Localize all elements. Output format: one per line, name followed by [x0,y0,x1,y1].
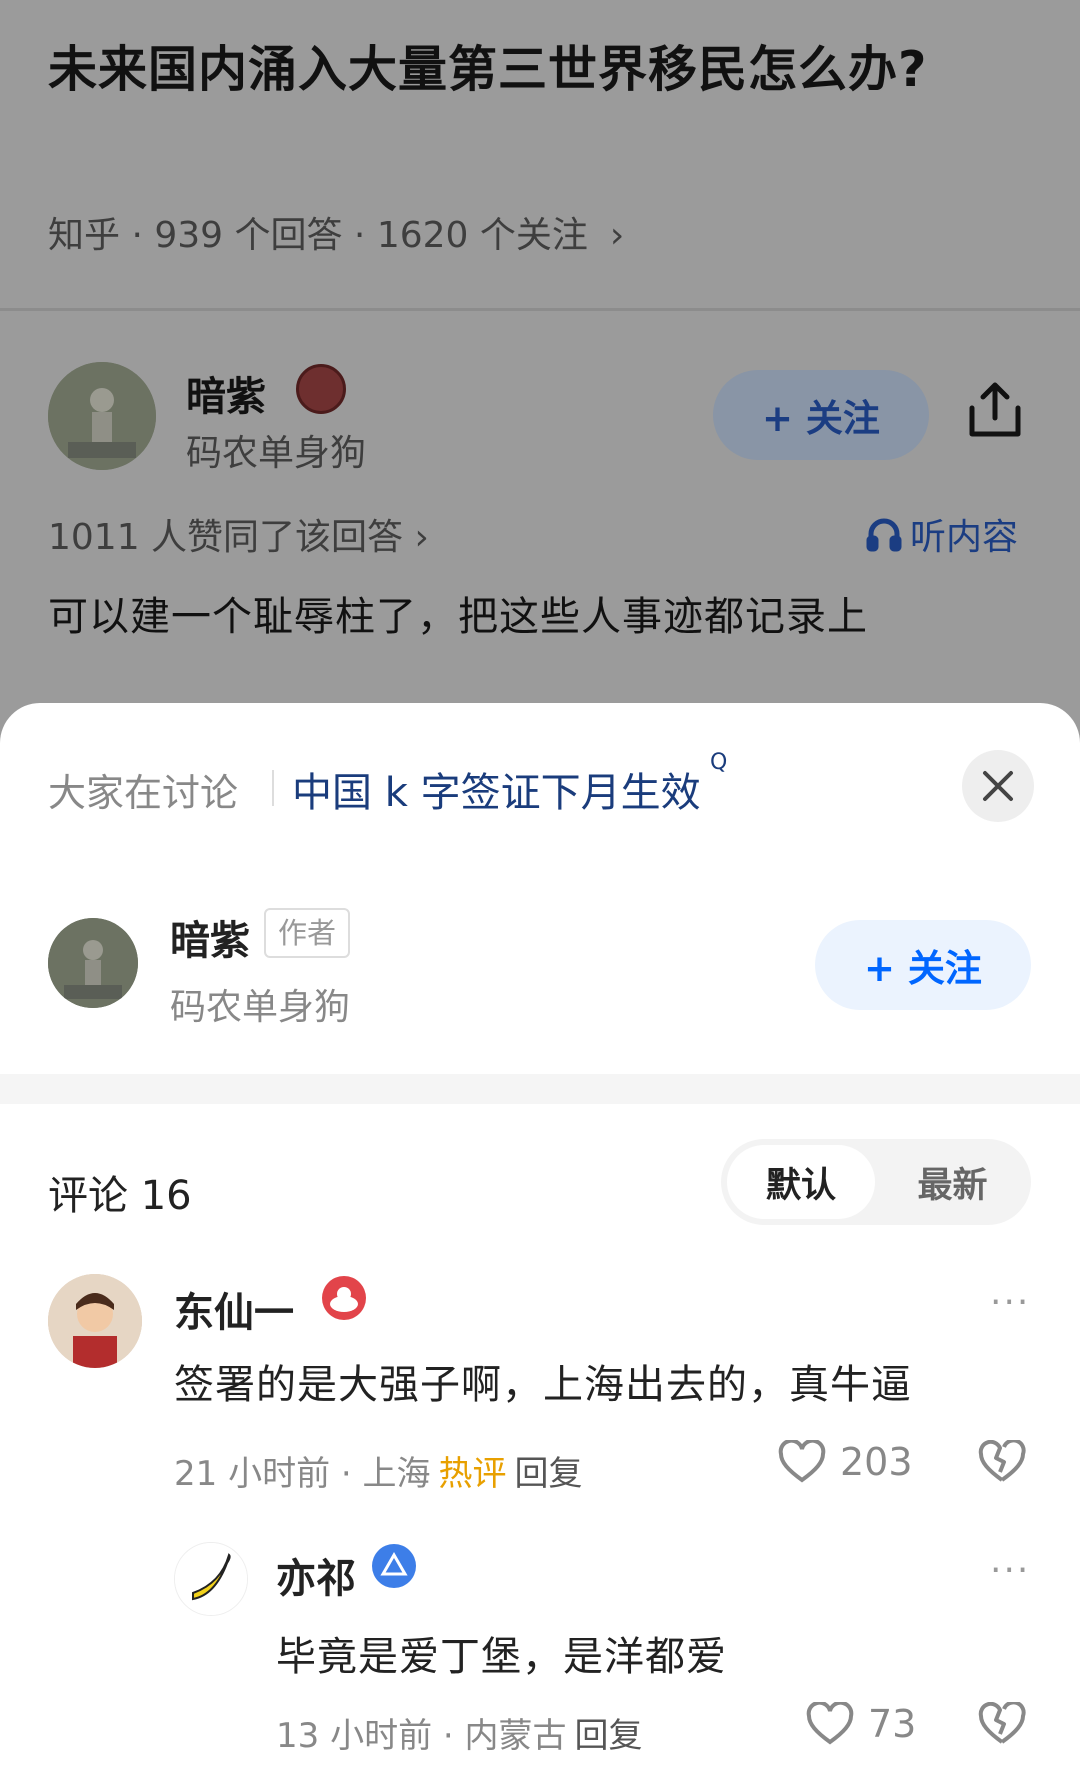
chevron-right-icon: › [609,215,625,256]
medal-badge-icon [322,1276,366,1320]
author-name[interactable]: 暗紫 [186,364,266,422]
author-subtitle: 码农单身狗 [186,433,367,474]
heart-icon [778,1440,826,1483]
commenter-name[interactable]: 东仙一 [174,1280,294,1338]
broken-heart-icon [978,1700,1026,1744]
upvote-summary[interactable]: 1011 人赞同了该回答 › [48,508,429,560]
comment-meta: 13 小时前 · 内蒙古 回复 [276,1708,643,1757]
dislike-button[interactable] [978,1438,1026,1488]
comments-count-title: 评论 16 [48,1173,192,1219]
listen-button[interactable]: 听内容 [866,508,1018,560]
question-meta-text: 知乎 · 939 个回答 · 1620 个关注 [48,215,588,256]
headphones-icon [866,518,902,552]
sort-latest-tab[interactable]: 最新 [880,1145,1025,1219]
dislike-button[interactable] [978,1700,1026,1750]
discuss-label: 大家在讨论 [48,771,239,815]
author-avatar[interactable] [48,362,156,470]
close-icon [983,771,1013,801]
commenter-avatar[interactable] [48,1274,142,1368]
question-title[interactable]: 未来国内涌入大量第三世界移民怎么办? [48,30,1028,110]
section-divider [0,1074,1080,1104]
divider [272,770,274,806]
like-count: 203 [840,1440,913,1484]
broken-heart-icon [978,1438,1026,1482]
more-options-icon[interactable]: ··· [990,1550,1030,1591]
thumbs-up-badge-icon [296,364,346,414]
reply-button[interactable]: 回复 [575,1716,643,1756]
close-button[interactable] [962,750,1034,822]
commenter-avatar[interactable] [174,1542,248,1616]
divider [0,308,1080,311]
reply-button[interactable]: 回复 [515,1454,583,1494]
author-avatar[interactable] [48,918,138,1008]
verified-badge-icon [372,1544,416,1588]
share-icon[interactable] [966,380,1024,442]
question-meta[interactable]: 知乎 · 939 个回答 · 1620 个关注 › [48,206,624,258]
comment-meta: 21 小时前 · 上海 热评 回复 [174,1446,583,1495]
comment-sheet [0,703,1080,1782]
like-button[interactable]: 203 [778,1440,913,1484]
author-name[interactable]: 暗紫 [170,908,250,966]
heart-icon [806,1702,854,1745]
comment-time-location: 21 小时前 · 上海 [174,1454,431,1494]
follow-button[interactable]: + 关注 [815,920,1031,1010]
author-subtitle: 码农单身狗 [170,987,351,1028]
comment-time-location: 13 小时前 · 内蒙古 [276,1716,567,1756]
commenter-name[interactable]: 亦祁 [276,1546,356,1604]
hot-comment-badge: 热评 [438,1454,507,1494]
follow-button[interactable]: + 关注 [713,370,929,460]
discuss-topic-link[interactable]: 中国 k 字签证下月生效 [292,760,701,818]
comment-text[interactable]: 毕竟是爱丁堡，是洋都爱 [276,1624,727,1682]
search-icon: Q [710,750,728,775]
author-tag-badge: 作者 [264,908,351,958]
listen-label: 听内容 [910,517,1019,558]
answer-excerpt[interactable]: 可以建一个耻辱柱了，把这些人事迹都记录上 [48,584,868,642]
more-options-icon[interactable]: ··· [990,1282,1030,1323]
like-count: 73 [868,1702,917,1746]
comment-text[interactable]: 签署的是大强子啊，上海出去的，真牛逼 [174,1352,912,1410]
sort-default-tab[interactable]: 默认 [727,1145,875,1219]
like-button[interactable]: 73 [806,1702,916,1746]
